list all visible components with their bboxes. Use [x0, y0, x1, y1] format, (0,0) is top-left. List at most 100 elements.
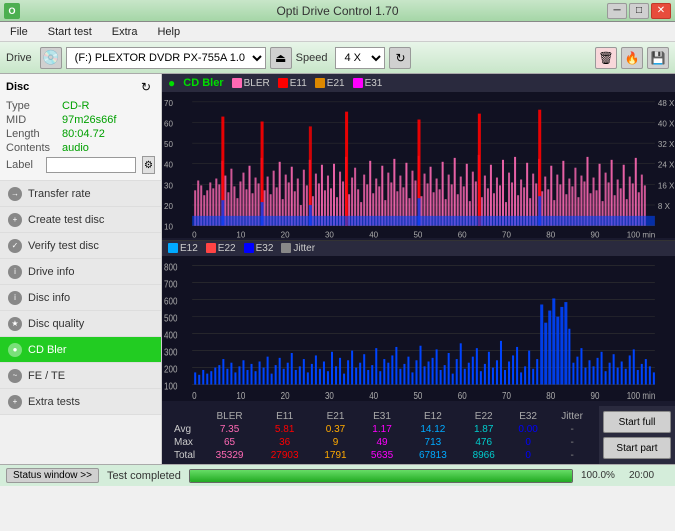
menu-help[interactable]: Help [151, 24, 186, 40]
row-label-max: Max [170, 436, 202, 449]
type-label: Type [6, 100, 58, 112]
status-window-button[interactable]: Status window >> [6, 468, 99, 483]
close-button[interactable]: ✕ [651, 3, 671, 19]
legend-e22: E22 [206, 243, 236, 254]
col-header-bler: BLER [202, 410, 257, 423]
svg-text:70: 70 [502, 390, 511, 401]
fe-te-icon: ~ [8, 369, 22, 383]
chart1-title: CD Bler [183, 77, 223, 89]
svg-text:500: 500 [164, 312, 177, 323]
table-row-max: Max 65 36 9 49 713 476 0 - [170, 436, 595, 449]
nav-disc-quality[interactable]: ★ Disc quality [0, 311, 161, 337]
disc-panel: Disc ↻ Type CD-R MID 97m26s66f Length 80… [0, 74, 161, 181]
max-e31: 49 [359, 436, 406, 449]
legend-e12: E12 [168, 243, 198, 254]
legend-jitter: Jitter [281, 243, 315, 254]
chart1-area: 70 60 50 40 30 20 10 48 X 40 X 32 X 24 X… [162, 92, 675, 238]
avg-e31: 1.17 [359, 423, 406, 436]
svg-text:60: 60 [458, 390, 467, 401]
avg-e22: 1.87 [460, 423, 507, 436]
col-header-e31: E31 [359, 410, 406, 423]
table-buttons-row: BLER E11 E21 E31 E12 E22 E32 Jitter Avg [162, 406, 675, 464]
eject-icon[interactable]: ⏏ [270, 47, 292, 69]
chart2-header: E12 E22 E32 Jitter [162, 241, 675, 256]
total-e11: 27903 [257, 449, 312, 462]
nav-fe-te[interactable]: ~ FE / TE [0, 363, 161, 389]
total-e12: 67813 [405, 449, 460, 462]
app-icon: O [4, 3, 20, 19]
svg-text:30: 30 [325, 390, 334, 401]
nav-disc-info[interactable]: i Disc info [0, 285, 161, 311]
label-refresh-button[interactable]: ⚙ [142, 156, 155, 174]
verify-test-disc-icon: ✓ [8, 239, 22, 253]
drive-label: Drive [6, 52, 32, 64]
burn-icon[interactable]: 🔥 [621, 47, 643, 69]
time-display: 20:00 [629, 470, 669, 481]
window-title: Opti Drive Control 1.70 [0, 4, 675, 18]
svg-text:40 X: 40 X [658, 119, 675, 128]
col-header-e21: E21 [312, 410, 359, 423]
erase-icon[interactable]: 🗑 [595, 47, 617, 69]
maximize-button[interactable]: □ [629, 3, 649, 19]
sidebar: Disc ↻ Type CD-R MID 97m26s66f Length 80… [0, 74, 162, 464]
minimize-button[interactable]: ─ [607, 3, 627, 19]
create-test-disc-icon: + [8, 213, 22, 227]
avg-bler: 7.35 [202, 423, 257, 436]
col-header-e32: E32 [507, 410, 549, 423]
svg-text:40: 40 [369, 390, 378, 401]
svg-text:40: 40 [164, 161, 174, 170]
svg-text:10: 10 [236, 390, 245, 401]
svg-text:20: 20 [281, 231, 291, 238]
max-e22: 476 [460, 436, 507, 449]
drive-select[interactable]: (F:) PLEXTOR DVDR PX-755A 1.08 [66, 47, 266, 69]
svg-text:30: 30 [325, 231, 335, 238]
length-label: Length [6, 128, 58, 140]
svg-text:16 X: 16 X [658, 181, 675, 190]
save-icon[interactable]: 💾 [647, 47, 669, 69]
max-e12: 713 [405, 436, 460, 449]
chart2-svg: 800 700 600 500 400 300 200 100 0 10 20 … [162, 256, 675, 402]
row-label-total: Total [170, 449, 202, 462]
drive-info-icon: i [8, 265, 22, 279]
nav-verify-test-disc[interactable]: ✓ Verify test disc [0, 233, 161, 259]
nav-drive-info[interactable]: i Drive info [0, 259, 161, 285]
start-part-button[interactable]: Start part [603, 437, 671, 459]
speed-select[interactable]: 4 X [335, 47, 385, 69]
menu-start-test[interactable]: Start test [42, 24, 98, 40]
nav-create-test-disc[interactable]: + Create test disc [0, 207, 161, 233]
svg-text:70: 70 [164, 99, 174, 108]
max-e21: 9 [312, 436, 359, 449]
svg-text:100 min: 100 min [627, 231, 656, 238]
progress-bar-container [189, 469, 573, 483]
disc-label-label: Label [6, 159, 42, 171]
svg-text:32 X: 32 X [658, 140, 675, 149]
legend-e21: E21 [315, 78, 345, 89]
row-label-avg: Avg [170, 423, 202, 436]
avg-e21: 0.37 [312, 423, 359, 436]
svg-text:300: 300 [164, 346, 177, 357]
start-full-button[interactable]: Start full [603, 411, 671, 433]
svg-text:10: 10 [164, 223, 174, 232]
menu-file[interactable]: File [4, 24, 34, 40]
svg-text:48 X: 48 X [658, 99, 675, 108]
nav-extra-tests[interactable]: + Extra tests [0, 389, 161, 415]
disc-label-input[interactable] [46, 157, 136, 173]
disc-refresh-icon[interactable]: ↻ [137, 78, 155, 96]
mid-value: 97m26s66f [62, 114, 116, 126]
svg-text:600: 600 [164, 295, 177, 306]
total-e22: 8966 [460, 449, 507, 462]
svg-text:24 X: 24 X [658, 161, 675, 170]
nav-cd-bler[interactable]: ● CD Bler [0, 337, 161, 363]
svg-text:20: 20 [164, 202, 174, 211]
total-e31: 5635 [359, 449, 406, 462]
window-controls: ─ □ ✕ [607, 3, 671, 19]
refresh-icon[interactable]: ↻ [389, 47, 411, 69]
data-table-wrap: BLER E11 E21 E31 E12 E22 E32 Jitter Avg [162, 406, 599, 464]
max-e11: 36 [257, 436, 312, 449]
nav-transfer-rate[interactable]: → Transfer rate [0, 181, 161, 207]
menu-extra[interactable]: Extra [106, 24, 144, 40]
svg-text:20: 20 [281, 390, 290, 401]
toolbar: Drive 💿 (F:) PLEXTOR DVDR PX-755A 1.08 ⏏… [0, 42, 675, 74]
total-bler: 35329 [202, 449, 257, 462]
chart1-container: ● CD Bler BLER E11 E21 E31 [162, 74, 675, 241]
